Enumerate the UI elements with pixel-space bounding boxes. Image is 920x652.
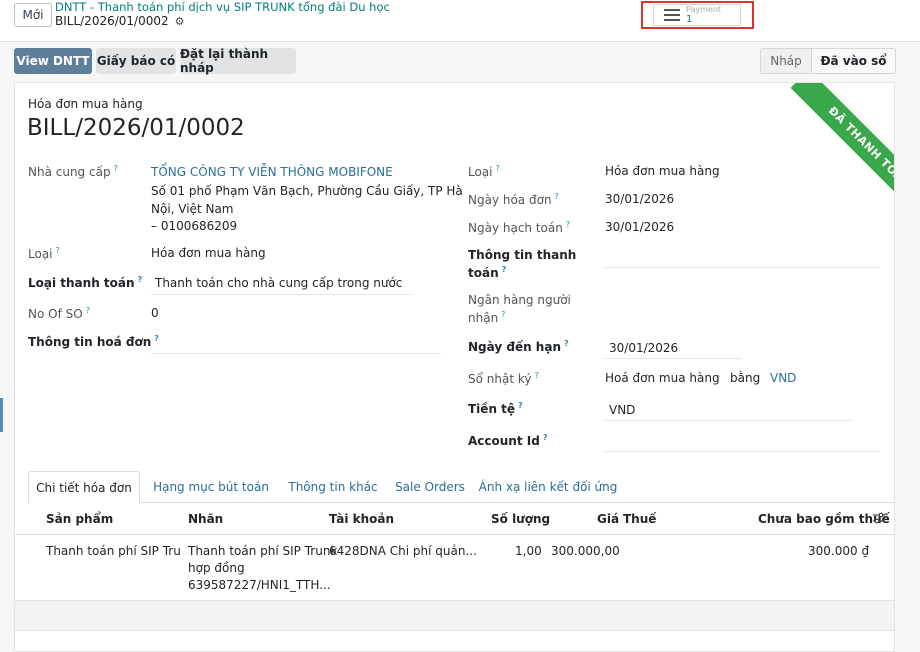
row-label-line-1: Thanh toán phí SIP Trunk — [188, 544, 338, 558]
breadcrumb-current-label: BILL/2026/01/0002 — [55, 14, 169, 28]
account-id-label: Account Id? — [468, 433, 548, 448]
accounting-date-label: Ngày hạch toán? — [468, 220, 571, 235]
col-label[interactable]: Nhãn — [188, 512, 223, 526]
type-label: Loại? — [28, 246, 60, 261]
payment-type-field[interactable]: Thanh toán cho nhà cung cấp trong nước — [155, 276, 402, 290]
invoice-date-value[interactable]: 30/01/2026 — [605, 192, 674, 206]
tab-journal-items[interactable]: Hạng mục bút toán — [152, 471, 270, 503]
row-quantity: 1,00 — [515, 544, 542, 558]
payment-count: 1 — [686, 14, 693, 25]
document-type: Hóa đơn mua hàng — [28, 97, 143, 111]
type-value: Hóa đơn mua hàng — [151, 246, 266, 260]
bank-label-line-2: nhận? — [468, 310, 506, 325]
table-row[interactable]: Thanh toán phí SIP Trunk I Thanh toán ph… — [15, 535, 894, 601]
no-of-so-value: 0 — [151, 306, 159, 320]
new-button[interactable]: Mới — [14, 3, 52, 27]
list-icon — [664, 6, 680, 24]
col-tax[interactable]: Thuế — [623, 512, 656, 526]
tab-other-info[interactable]: Thông tin khác — [284, 471, 382, 503]
payment-info-label-line-2: toán? — [468, 265, 507, 280]
invoice-date-label: Ngày hóa đơn? — [468, 192, 559, 207]
view-dntt-button[interactable]: View DNTT — [14, 48, 92, 74]
payment-info-field[interactable] — [605, 267, 880, 268]
column-settings-icon[interactable] — [873, 512, 885, 524]
row-label-line-2: hợp đồng — [188, 561, 245, 575]
vendor-address-line-1: Số 01 phố Phạm Văn Bạch, Phường Cầu Giấy… — [151, 184, 463, 198]
status-posted[interactable]: Đã vào sổ — [812, 48, 896, 74]
breadcrumb-current: BILL/2026/01/0002 ⚙ — [55, 14, 185, 28]
form-sheet: ĐÃ THANH TOÁN Hóa đơn mua hàng BILL/2026… — [14, 82, 895, 652]
vendor-label: Nhà cung cấp? — [28, 164, 118, 179]
invoice-lines-header: Sản phẩm Nhãn Tài khoản Số lượng Giá Thu… — [15, 503, 894, 535]
row-subtotal: 300.000 ₫ — [808, 544, 870, 558]
right-type-value: Hóa đơn mua hàng — [605, 164, 720, 178]
breadcrumb-parent-link[interactable]: DNTT - Thanh toán phí dịch vụ SIP TRUNK … — [55, 0, 390, 14]
add-line-row[interactable] — [15, 601, 894, 631]
col-quantity[interactable]: Số lượng — [491, 512, 550, 526]
due-date-field[interactable]: 30/01/2026 — [609, 341, 678, 355]
account-id-field[interactable] — [605, 451, 880, 452]
no-of-so-label: No Of SO? — [28, 306, 90, 321]
currency-label: Tiền tệ? — [468, 401, 523, 416]
paid-ribbon: ĐÃ THANH TOÁN — [790, 83, 894, 227]
journal-in-text: bằng — [730, 371, 761, 385]
status-bar: Nháp Đã vào sổ — [760, 48, 896, 74]
left-edge-marker — [0, 398, 3, 432]
journal-currency-link[interactable]: VND — [770, 371, 796, 385]
payment-type-label: Loại thanh toán? — [28, 275, 143, 290]
status-draft[interactable]: Nháp — [760, 48, 812, 74]
bank-label-line-1: Ngân hàng người — [468, 293, 571, 307]
col-account[interactable]: Tài khoản — [329, 512, 394, 526]
col-price[interactable]: Giá — [597, 512, 619, 526]
payment-widget-highlight: Payment 1 — [641, 1, 754, 29]
col-subtotal[interactable]: Chưa bao gồm thuế — [758, 512, 890, 526]
reset-to-draft-button[interactable]: Đặt lại thành nháp — [180, 47, 296, 75]
vendor-tax-id: – 0100686209 — [151, 219, 238, 233]
row-account: 6428DNA Chi phí quản... — [329, 544, 477, 558]
invoice-info-label: Thông tin hoá đơn? — [28, 334, 159, 349]
vendor-address-line-2: Nội, Việt Nam — [151, 202, 234, 216]
accounting-date-value[interactable]: 30/01/2026 — [605, 220, 674, 234]
due-date-underline — [605, 358, 742, 359]
payment-info-label-line-1: Thông tin thanh — [468, 248, 577, 262]
notebook-tabs: Chi tiết hóa đơn Hạng mục bút toán Thông… — [28, 471, 894, 504]
gear-icon[interactable]: ⚙ — [175, 15, 185, 28]
credit-note-button[interactable]: Giấy báo có — [96, 48, 176, 74]
due-date-label: Ngày đến hạn? — [468, 339, 569, 354]
row-product[interactable]: Thanh toán phí SIP Trunk I — [46, 543, 182, 560]
vendor-name-link[interactable]: TỔNG CÔNG TY VIỄN THÔNG MOBIFONE — [151, 165, 393, 179]
journal-value[interactable]: Hoá đơn mua hàng — [605, 371, 720, 385]
journal-label: Sổ nhật ký? — [468, 371, 539, 386]
control-panel: Mới DNTT - Thanh toán phí dịch vụ SIP TR… — [0, 0, 920, 42]
payment-type-underline — [151, 294, 411, 295]
tab-reconcile-mapping[interactable]: Ánh xạ liên kết đối ứng — [479, 471, 618, 503]
col-product[interactable]: Sản phẩm — [46, 512, 113, 526]
tab-invoice-lines[interactable]: Chi tiết hóa đơn — [28, 471, 140, 504]
currency-field[interactable]: VND — [609, 403, 635, 417]
payment-smart-button[interactable]: Payment 1 — [653, 4, 741, 26]
document-name: BILL/2026/01/0002 — [27, 115, 245, 141]
row-label-line-3: 639587227/HNI1_TTH... — [188, 578, 331, 592]
invoice-info-field[interactable] — [151, 353, 441, 354]
row-price: 300.000,00 — [551, 544, 620, 558]
right-type-label: Loại? — [468, 164, 500, 179]
currency-underline — [605, 420, 851, 421]
tab-sale-orders[interactable]: Sale Orders — [390, 471, 470, 503]
